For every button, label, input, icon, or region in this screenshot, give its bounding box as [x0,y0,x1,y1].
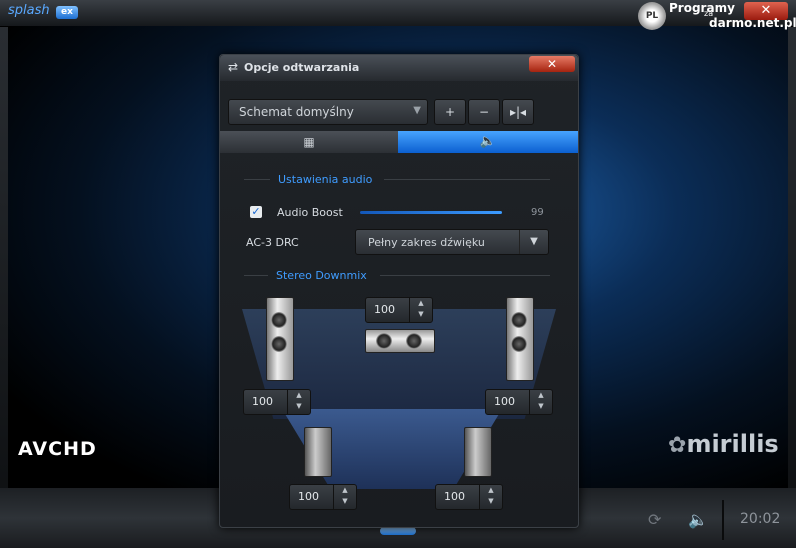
speaker-cone [271,312,287,328]
section-divider [384,179,550,180]
section-divider [244,179,270,180]
tray-handle[interactable] [380,527,416,535]
audio-boost-slider[interactable] [360,211,502,214]
options-icon: ⇄ [228,60,239,74]
stepper-arrows-icon[interactable]: ▲ ▼ [287,390,310,414]
preset-value: Schemat domyślny [239,105,354,119]
tab-audio[interactable]: 🔈 [398,131,578,153]
front-left-volume-stepper[interactable]: 100 ▲ ▼ [243,389,311,415]
watermark: PL Programy za darmo.net.pl [636,0,796,32]
volume-icon[interactable]: 🔈 [688,510,708,529]
stepper-arrows-icon[interactable]: ▲ ▼ [409,298,432,322]
ac3-drc-label: AC-3 DRC [246,236,299,249]
front-right-volume-stepper[interactable]: 100 ▲ ▼ [485,389,553,415]
audio-settings-heading: Ustawienia audio [278,173,373,186]
time-display: 20:02 [740,511,781,527]
speaker-cone [511,312,527,328]
preset-dropdown[interactable]: Schemat domyślny ▼ [228,99,428,125]
center-speaker-icon [365,329,435,353]
ac3-drc-value: Pełny zakres dźwięku [368,236,485,249]
add-preset-button[interactable]: + [434,99,466,125]
dialog-title-bar[interactable]: ⇄ Opcje odtwarzania ✕ [220,55,578,81]
audio-boost-label: Audio Boost [277,206,343,219]
section-divider [244,275,268,276]
dialog-title: Opcje odtwarzania [244,61,360,74]
front-right-volume-value: 100 [494,395,515,408]
app-logo: splash [8,3,50,18]
audio-boost-checkbox[interactable]: ✓ [250,206,262,218]
speaker-cone [406,333,422,349]
playback-options-dialog: ⇄ Opcje odtwarzania ✕ Schemat domyślny ▼… [219,54,579,528]
app-logo-badge: ex [56,6,78,19]
chevron-down-icon: ▼ [413,105,421,116]
stepper-arrows-icon[interactable]: ▲ ▼ [529,390,552,414]
stepper-arrows-icon[interactable]: ▲ ▼ [479,485,502,509]
rear-right-speaker-icon [464,427,492,477]
compare-preset-button[interactable]: ▸|◂ [502,99,534,125]
dialog-close-button[interactable]: ✕ [529,56,575,72]
watermark-line3: darmo.net.pl [709,16,796,30]
film-icon: ▦ [303,135,315,149]
speaker-icon: 🔈 [479,134,497,149]
avchd-logo: AVCHD [18,438,97,460]
ac3-drc-dropdown[interactable]: Pełny zakres dźwięku ▼ [355,229,549,255]
front-left-speaker-icon [266,297,294,381]
center-volume-stepper[interactable]: 100 ▲ ▼ [365,297,433,323]
rear-right-volume-value: 100 [444,490,465,503]
audio-boost-value: 99 [531,207,544,218]
stereo-downmix-heading: Stereo Downmix [276,269,367,282]
speaker-cone [271,336,287,352]
watermark-line1: Programy [669,1,735,15]
rear-left-speaker-icon [304,427,332,477]
speaker-cone [511,336,527,352]
section-divider [380,275,550,276]
chevron-down-icon: ▼ [519,230,548,254]
watermark-gear-icon: PL [638,2,666,30]
stepper-arrows-icon[interactable]: ▲ ▼ [333,485,356,509]
mirillis-logo: ✿mirillis [668,430,779,458]
rear-right-volume-stepper[interactable]: 100 ▲ ▼ [435,484,503,510]
front-left-volume-value: 100 [252,395,273,408]
front-right-speaker-icon [506,297,534,381]
mirillis-flower-icon: ✿ [668,433,687,458]
control-divider [722,500,724,540]
tab-video[interactable]: ▦ [220,131,398,153]
rear-left-volume-value: 100 [298,490,319,503]
repeat-icon[interactable]: ⟳ [648,510,661,529]
rear-left-volume-stepper[interactable]: 100 ▲ ▼ [289,484,357,510]
tab-bar: ▦ 🔈 [220,131,578,153]
center-volume-value: 100 [374,303,395,316]
mirillis-text: mirillis [686,430,779,458]
remove-preset-button[interactable]: − [468,99,500,125]
speaker-cone [376,333,392,349]
